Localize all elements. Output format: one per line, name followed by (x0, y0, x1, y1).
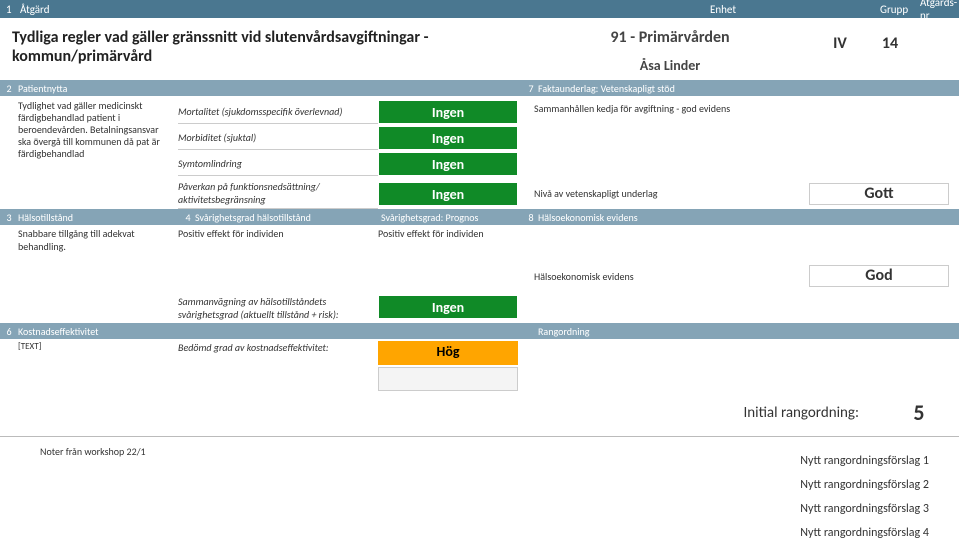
badge-mortality: Ingen (378, 100, 518, 124)
sec3-desc: Snabbare tillgång till adekvat behandlin… (18, 227, 178, 253)
unit-owner: Åsa Linder (530, 57, 810, 74)
metric-symptom: Symtomlindring (178, 152, 378, 176)
group-value: IV (820, 28, 860, 74)
prognos-label: Svårighetsgrad: Prognos (381, 211, 521, 224)
section-3-bar: 3 Hälsotillstånd 4 Svårighetsgrad hälsot… (0, 209, 959, 225)
hdr-num: 1 (6, 3, 20, 16)
badge-symptom: Ingen (378, 152, 518, 176)
section-6-body: [TEXT] Bedömd grad av kostnadseffektivit… (0, 339, 959, 393)
cost-eff-value: Hög (378, 341, 518, 365)
ranking-header: Rangordning (524, 325, 590, 338)
econ-evidence-value: God (809, 265, 949, 287)
header-bar: 1 Åtgärd Enhet Grupp Åtgärds-nr (0, 0, 959, 18)
new-rank-1: Nytt rangordningsförslag 1 (800, 454, 929, 468)
new-rank-list: Nytt rangordningsförslag 1 Nytt rangordn… (0, 454, 959, 540)
weighting-label: Sammanvägning av hälsotillståndets svåri… (178, 295, 378, 321)
sci-level-value: Gott (809, 183, 949, 205)
initial-rank-label: Initial rangordning: (534, 404, 889, 422)
badge-morbidity: Ingen (378, 126, 518, 150)
new-rank-2: Nytt rangordningsförslag 2 (800, 478, 929, 492)
sec7-label: Faktaunderlag: Vetenskapligt stöd (538, 82, 675, 95)
section-2-body: Tydlighet vad gäller medicinskt färdigbe… (0, 96, 959, 178)
hdr-enhet: Enhet (710, 3, 736, 16)
badge-function: Ingen (378, 182, 518, 206)
main-title: Tydliga regler vad gäller gränssnitt vid… (12, 28, 518, 66)
action-number: 14 (870, 28, 910, 74)
sec3-num: 3 (2, 211, 16, 224)
sec7-num: 7 (524, 82, 538, 95)
sec3-effect2: Positiv effekt för individen (378, 227, 518, 253)
initial-rank-value: 5 (889, 399, 949, 426)
econ-evidence-label: Hälsoekonomisk evidens (534, 270, 809, 283)
sec3-effect1: Positiv effekt för individen (178, 227, 378, 253)
sec8-label: Hälsoekonomisk evidens (538, 211, 638, 224)
metric-4-row: Påverkan på funktionsnedsättning/ aktivi… (0, 178, 959, 209)
initial-rank-row: Initial rangordning: 5 (0, 393, 959, 430)
sec6-num: 6 (2, 325, 16, 338)
metric-morbidity: Morbiditet (sjuktal) (178, 126, 378, 150)
sec2-desc: Tydlighet vad gäller medicinskt färdigbe… (18, 100, 172, 160)
section-3-body: Snabbare tillgång till adekvat behandlin… (0, 225, 959, 255)
empty-badge (378, 367, 518, 391)
cost-eff-label: Bedömd grad av kostnadseffektivitet: (178, 341, 378, 354)
new-rank-3: Nytt rangordningsförslag 3 (800, 502, 929, 516)
unit-code: 91 - Primärvården (530, 28, 810, 47)
section-2-bar: 2 Patientnytta 7 Faktaunderlag: Vetenska… (0, 80, 959, 96)
hdr-nr: Åtgärds-nr (920, 0, 959, 22)
hdr-grupp: Grupp (880, 3, 908, 16)
sec4-num: 4 (181, 211, 195, 224)
evidence-text: Sammanhållen kedja för avgiftning - god … (534, 102, 953, 115)
hdr-atgard: Åtgärd (20, 3, 953, 16)
metric-function: Påverkan på funktionsnedsättning/ aktivi… (178, 178, 378, 209)
sec8-num: 8 (524, 211, 538, 224)
metric-mortality: Mortalitet (sjukdomsspecifik överlevnad) (178, 100, 378, 124)
sec2-num: 2 (2, 82, 16, 95)
sec3-label: Hälsotillstånd (16, 211, 181, 224)
sec2-label: Patientnytta (16, 82, 181, 95)
section-6-bar: 6 Kostnadseffektivitet Rangordning (0, 323, 959, 339)
weighting-badge: Ingen (378, 295, 518, 319)
sci-level-label: Nivå av vetenskapligt underlag (534, 187, 809, 200)
sec6-label: Kostnadseffektivitet (16, 325, 516, 338)
top-section: Tydliga regler vad gäller gränssnitt vid… (0, 18, 959, 80)
new-rank-4: Nytt rangordningsförslag 4 (800, 526, 929, 540)
section-5-row: Sammanvägning av hälsotillståndets svåri… (0, 291, 959, 321)
sec6-desc: [TEXT] (18, 341, 178, 352)
sec4-label: Svårighetsgrad hälsotillstånd (195, 211, 381, 224)
econ-evidence-row: Hälsoekonomisk evidens God (0, 255, 959, 291)
